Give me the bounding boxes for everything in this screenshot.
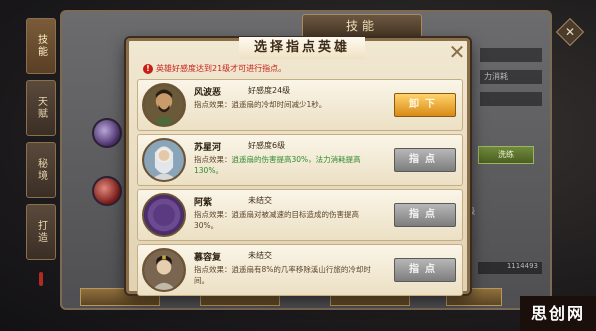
refine-button[interactable]: 洗练	[478, 146, 534, 164]
side-tab-strip: 技能 天赋 秘境 打造	[26, 18, 56, 280]
skill-blade-icon[interactable]	[92, 176, 122, 206]
hero-row: 风波恶 好感度24级 指点效果：逍遥扇的冷却时间减少1秒。 卸下	[137, 79, 463, 131]
effect-label: 指点效果：	[194, 210, 232, 219]
hero-portrait-murong	[142, 248, 186, 292]
effect-label: 指点效果：	[194, 100, 232, 109]
skill-fan-icon[interactable]	[92, 118, 122, 148]
hero-row: 阿紫 未结交 指点效果：逍遥扇对被减速的目标造成的伤害提高30%。 指点	[137, 189, 463, 241]
effect-text: 逍遥扇的冷却时间减少1秒。	[231, 100, 327, 109]
stat-row	[480, 92, 542, 106]
hero-row: 慕容复 未结交 指点效果：逍遥扇有8%的几率移除溪山行旅的冷却时间。 指点	[137, 244, 463, 296]
tab-talent[interactable]: 天赋	[26, 80, 56, 136]
hero-name: 慕容复	[194, 253, 222, 263]
mentor-button[interactable]: 指点	[394, 203, 456, 227]
hero-favor: 未结交	[248, 251, 272, 260]
hero-effect: 指点效果：逍遥扇有8%的几率移除溪山行旅的冷却时间。	[194, 264, 374, 286]
hero-list: 风波恶 好感度24级 指点效果：逍遥扇的冷却时间减少1秒。 卸下 苏星河 好感度…	[137, 79, 463, 296]
hero-name: 苏星河	[194, 143, 222, 153]
hero-portrait-feng	[142, 83, 186, 127]
hero-effect: 指点效果：逍遥扇对被减速的目标造成的伤害提高30%。	[194, 209, 374, 231]
tab-forge[interactable]: 打造	[26, 204, 56, 260]
stat-row: 力消耗	[480, 70, 542, 84]
dialog-title: 选择指点英雄	[239, 37, 365, 59]
effect-label: 指点效果：	[194, 265, 232, 274]
site-watermark-logo: 思创网	[520, 296, 596, 331]
mentor-button[interactable]: 指点	[394, 258, 456, 282]
hero-name: 风波恶	[194, 88, 222, 98]
skill-panel-title: 技能	[302, 14, 422, 38]
hero-favor: 好感度6级	[248, 141, 286, 150]
currency-counter: 1114493	[478, 262, 542, 274]
hero-portrait-locked	[142, 193, 186, 237]
hero-effect: 指点效果：逍遥扇的冷却时间减少1秒。	[194, 99, 374, 110]
unequip-button[interactable]: 卸下	[394, 93, 456, 117]
hero-portrait-su	[142, 138, 186, 182]
tab-secret[interactable]: 秘境	[26, 142, 56, 198]
alert-icon: !	[143, 64, 153, 74]
hero-row: 苏星河 好感度6级 指点效果：逍遥扇的伤害提高30%，法力消耗提高130%。 指…	[137, 134, 463, 186]
effect-label: 指点效果：	[194, 155, 232, 164]
tab-skill[interactable]: 技能	[26, 18, 56, 74]
tassel-ornament	[39, 272, 43, 286]
skill-stats-panel: 力消耗	[480, 48, 542, 106]
stat-row	[480, 48, 542, 62]
notice-text: 英雄好感度达到21级才可进行指点。	[156, 64, 287, 73]
hero-effect: 指点效果：逍遥扇的伤害提高30%，法力消耗提高130%。	[194, 154, 374, 176]
requirement-notice: ! 英雄好感度达到21级才可进行指点。	[143, 61, 459, 77]
select-mentor-hero-dialog: 选择指点英雄 ✕ ! 英雄好感度达到21级才可进行指点。 风波恶 好感度24级 …	[126, 37, 470, 296]
hero-favor: 未结交	[248, 196, 272, 205]
dialog-close-icon[interactable]: ✕	[447, 42, 467, 63]
hero-name: 阿紫	[194, 198, 213, 208]
mentor-button[interactable]: 指点	[394, 148, 456, 172]
hero-favor: 好感度24级	[248, 86, 291, 95]
